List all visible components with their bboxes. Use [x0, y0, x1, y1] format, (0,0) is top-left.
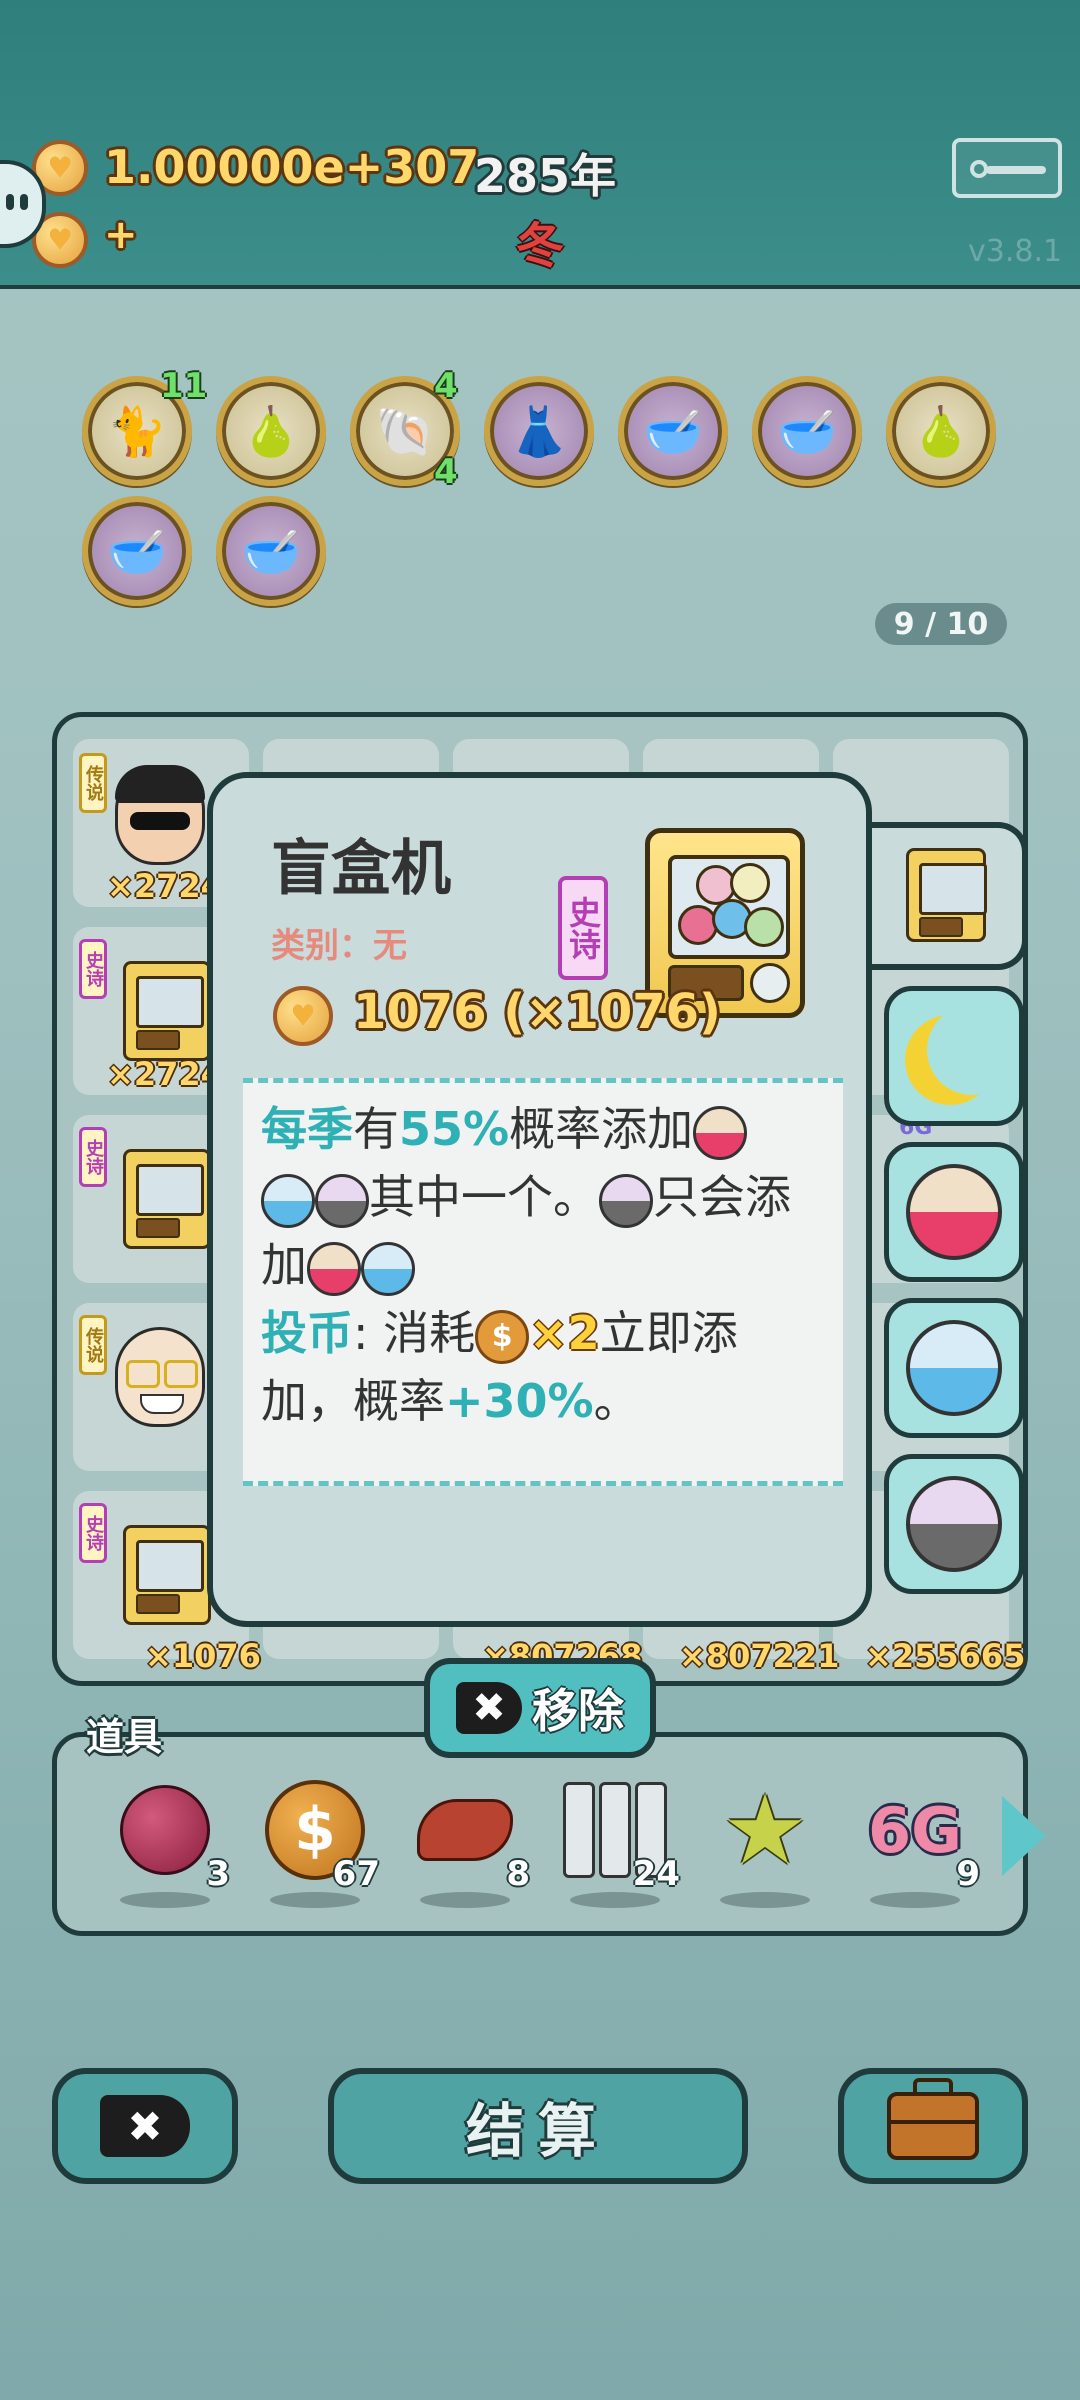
pomelo-icon: 🍐	[241, 403, 301, 460]
year-label: 285年	[474, 149, 617, 203]
key-button[interactable]	[952, 138, 1062, 198]
blue-bowl-icon	[361, 1241, 415, 1296]
relic-bowls-4[interactable]: 🥣	[216, 496, 326, 606]
remove-button[interactable]: ✖ 移除	[424, 1658, 656, 1758]
cell-count: ×807221	[679, 1637, 840, 1675]
relic-count: 4	[434, 366, 458, 406]
item-count: 3	[206, 1854, 230, 1894]
income-plus: +	[104, 212, 138, 258]
skirt-icon: 👗	[509, 403, 569, 460]
relic-bowls-1[interactable]: 🥣	[618, 376, 728, 486]
star-icon: ★	[721, 1774, 809, 1886]
close-icon: ✖	[100, 2095, 190, 2157]
item-description: 每季有55%概率添加 其中一个。 只会添加 投币: 消耗 $ ×2立即添加，概率+30…	[243, 1078, 843, 1486]
exit-button[interactable]: ✖	[52, 2068, 238, 2184]
rarity-tag-epic: 史诗	[79, 1127, 107, 1187]
money-value: 1.00000e+307	[104, 140, 480, 194]
item-count: 8	[506, 1854, 530, 1894]
settle-button[interactable]: 结算	[328, 2068, 748, 2184]
side-blue-bowl-button[interactable]	[884, 1298, 1024, 1438]
cell-count: ×2724	[107, 1055, 223, 1093]
red-bowl-icon	[307, 1241, 361, 1296]
item-count: 67	[332, 1854, 380, 1894]
lychee-icon	[115, 1780, 215, 1880]
relic-bowls-3[interactable]: 🥣	[82, 496, 192, 606]
blind-box-machine-icon	[123, 961, 211, 1061]
item-star[interactable]: ★	[700, 1772, 830, 1912]
next-items-arrow-icon[interactable]	[1002, 1796, 1046, 1876]
gray-bowl-icon	[599, 1173, 653, 1228]
dollar-coin-icon: $	[475, 1309, 530, 1364]
rarity-tag-legend: 传说	[79, 1315, 107, 1375]
desc-bonus: +30%	[445, 1374, 594, 1428]
card-side-tab	[870, 822, 1028, 970]
relic-pomelo-2[interactable]: 🍐	[886, 376, 996, 486]
version-label: v3.8.1	[968, 234, 1063, 269]
item-count: 9	[956, 1854, 980, 1894]
old-man-glasses-icon	[115, 1327, 205, 1427]
gray-bowl-icon	[315, 1173, 369, 1228]
desc-percent: 55%	[399, 1102, 510, 1156]
pomelo-icon: 🍐	[911, 403, 971, 460]
relic-page-indicator: 9 / 10	[875, 603, 1007, 645]
briefcase-icon	[887, 2078, 979, 2160]
relic-skirt[interactable]: 👗	[484, 376, 594, 486]
bowls-icon: 🥣	[107, 523, 167, 580]
rarity-tag-epic: 史诗	[79, 939, 107, 999]
side-gray-bowl-button[interactable]	[884, 1454, 1024, 1594]
red-bowl-icon	[906, 1164, 1002, 1260]
blind-box-machine-icon	[123, 1149, 211, 1249]
item-6g[interactable]: 6G 9	[850, 1772, 980, 1912]
item-count: 24	[632, 1854, 680, 1894]
blind-box-machine-icon	[123, 1525, 211, 1625]
item-lychee[interactable]: 3	[100, 1772, 230, 1912]
liver-icon	[415, 1780, 515, 1880]
desc-keyword-coin: 投币	[261, 1306, 353, 1360]
6g-icon: 6G	[867, 1793, 963, 1867]
item-detail-card: 盲盒机 类别：无 史诗 1076 (×1076) 每季有55%概率添加 其中一个…	[207, 772, 872, 1627]
bowls-icon: 🥣	[241, 523, 301, 580]
item-title: 盲盒机	[271, 834, 451, 904]
relic-count: 4	[434, 452, 458, 492]
settle-label: 结算	[465, 2097, 610, 2165]
blue-bowl-icon	[906, 1320, 1002, 1416]
rarity-tag-epic: 史诗	[79, 1503, 107, 1563]
remove-label: 移除	[532, 1684, 624, 1738]
item-value: 1076 (×1076)	[353, 984, 721, 1040]
top-bar: 1.00000e+307 + 285年 冬 v3.8.1	[0, 0, 1080, 289]
cell-count: ×1076	[145, 1637, 261, 1675]
desc-keyword-season: 每季	[261, 1102, 353, 1156]
item-server-rack[interactable]: 24	[550, 1772, 680, 1912]
relic-bowls-2[interactable]: 🥣	[752, 376, 862, 486]
red-bowl-icon	[693, 1105, 748, 1160]
blue-bowl-icon	[261, 1173, 315, 1228]
bowls-icon: 🥣	[643, 403, 703, 460]
cell-count: ×2724	[107, 867, 223, 905]
side-red-bowl-button[interactable]	[884, 1142, 1024, 1282]
shell-icon: 🐚	[375, 403, 435, 460]
relic-pomelo[interactable]: 🍐	[216, 376, 326, 486]
close-icon: ✖	[456, 1682, 522, 1734]
relic-count: 11	[160, 366, 208, 406]
items-label: 道具	[86, 1715, 163, 1759]
desc-multiplier: ×2	[529, 1306, 600, 1360]
item-rarity-tag: 史诗	[558, 876, 608, 980]
season-label: 冬	[516, 218, 565, 274]
moon-icon	[927, 1005, 1017, 1095]
bowls-icon: 🥣	[777, 403, 837, 460]
item-liver[interactable]: 8	[400, 1772, 530, 1912]
item-category: 类别：无	[271, 926, 407, 966]
rarity-tag-legend: 传说	[79, 753, 107, 813]
sunglasses-man-icon	[115, 765, 205, 865]
gray-bowl-icon	[906, 1476, 1002, 1572]
value-coin-icon	[273, 986, 333, 1046]
item-dollar-coin[interactable]: $ 67	[250, 1772, 380, 1912]
blind-box-machine-icon	[906, 848, 987, 942]
cat-icon: 🐈	[107, 403, 167, 460]
cell-count: ×255665	[865, 1637, 1026, 1675]
inventory-button[interactable]	[838, 2068, 1028, 2184]
side-moon-button[interactable]	[884, 986, 1024, 1126]
